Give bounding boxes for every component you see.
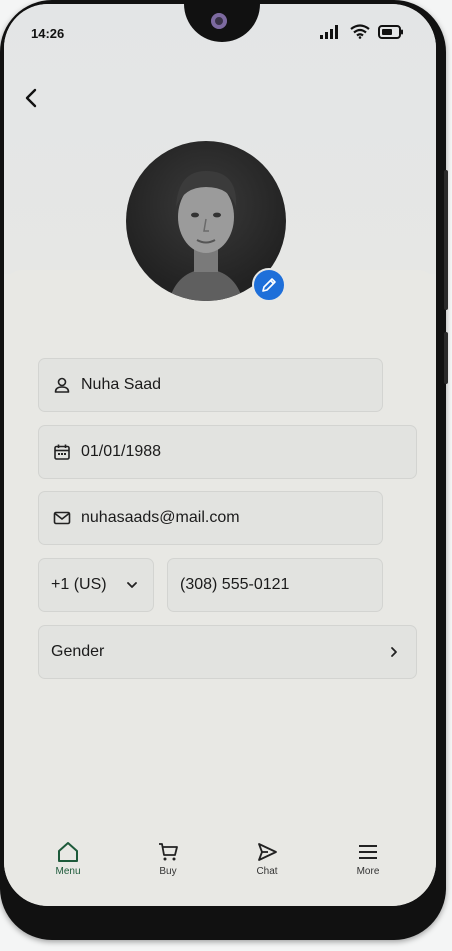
mail-icon (52, 508, 72, 528)
menu-icon (359, 845, 377, 859)
chevron-down-icon (127, 582, 137, 588)
cart-icon (159, 843, 178, 861)
bottom-nav: Menu Buy Chat More (4, 840, 436, 900)
country-code-select[interactable]: +1 (US) (38, 558, 154, 612)
nav-label-buy: Buy (159, 866, 177, 877)
nav-label-more: More (356, 866, 380, 877)
nav-item-buy[interactable]: Buy (133, 840, 203, 877)
nav-label-menu: Menu (55, 866, 81, 877)
user-icon (52, 375, 72, 395)
chevron-left-icon (25, 88, 37, 108)
calendar-icon (52, 442, 72, 462)
phone-field[interactable]: (308) 555-0121 (167, 558, 383, 612)
gender-label: Gender (51, 643, 105, 660)
nav-item-menu[interactable]: Menu (33, 840, 103, 877)
back-button[interactable] (18, 84, 46, 112)
screen: 14:26 Nuha Saad 01/01/1988 nuhasaads@mai… (4, 4, 436, 906)
status-icons (320, 24, 404, 39)
edit-photo-button[interactable] (252, 268, 286, 302)
nav-item-more[interactable]: More (333, 840, 403, 877)
home-icon (58, 842, 78, 862)
email-field[interactable]: nuhasaads@mail.com (38, 491, 383, 545)
dob-value: 01/01/1988 (81, 443, 162, 460)
name-value: Nuha Saad (81, 376, 162, 393)
send-icon (258, 843, 277, 861)
nav-label-chat: Chat (256, 866, 278, 877)
email-value: nuhasaads@mail.com (81, 509, 240, 526)
gender-select[interactable]: Gender (38, 625, 417, 679)
name-field[interactable]: Nuha Saad (38, 358, 383, 412)
front-camera (211, 13, 227, 29)
battery-icon (378, 24, 403, 39)
status-time: 14:26 (31, 26, 65, 41)
power-button (444, 332, 448, 384)
country-code-value: +1 (US) (51, 576, 107, 593)
chevron-right-icon (391, 647, 397, 657)
signal-icon (320, 24, 338, 39)
volume-button (444, 170, 448, 310)
pencil-icon (262, 278, 276, 292)
wifi-icon (350, 24, 370, 39)
nav-item-chat[interactable]: Chat (232, 840, 302, 877)
dob-field[interactable]: 01/01/1988 (38, 425, 417, 479)
phone-value: (308) 555-0121 (180, 576, 290, 593)
